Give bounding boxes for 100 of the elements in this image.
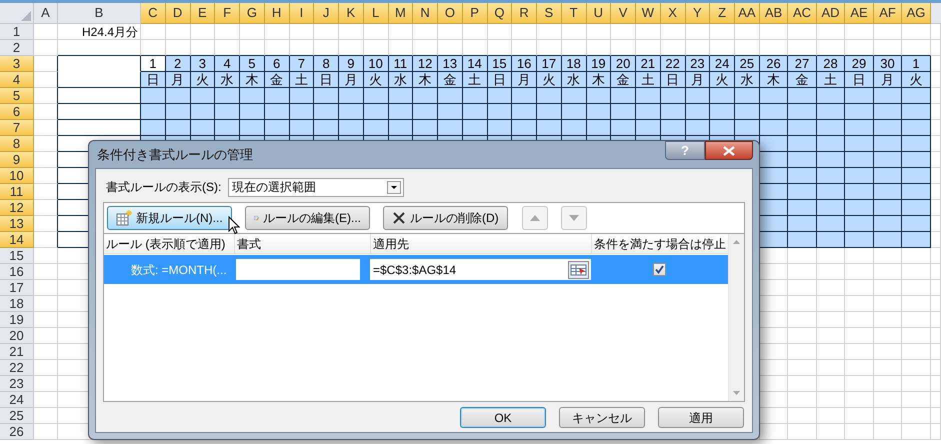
edit-rule-button[interactable]: ルールの編集(E)...: [245, 206, 370, 230]
row-header[interactable]: 8: [0, 136, 34, 152]
grid-cell: [760, 152, 788, 168]
row-header[interactable]: 12: [0, 200, 34, 216]
column-header[interactable]: AE: [845, 3, 874, 24]
row-header[interactable]: 10: [0, 168, 34, 184]
column-header[interactable]: S: [537, 3, 562, 24]
column-header[interactable]: E: [190, 3, 216, 24]
row-header[interactable]: 23: [0, 376, 34, 392]
weekday-cell: 日: [488, 72, 512, 88]
grid-cell: [735, 40, 760, 56]
grid-cell: [874, 312, 902, 328]
column-header[interactable]: L: [364, 3, 388, 24]
row-header[interactable]: 25: [0, 408, 34, 424]
column-header[interactable]: Z: [710, 3, 735, 24]
dialog-button[interactable]: 適用: [658, 407, 744, 428]
row-header[interactable]: 22: [0, 360, 34, 376]
row-header[interactable]: 11: [0, 184, 34, 200]
column-header[interactable]: X: [660, 3, 686, 24]
dialog-button[interactable]: OK: [460, 407, 546, 428]
row-header[interactable]: 4: [0, 72, 34, 88]
range-select-icon[interactable]: [568, 260, 589, 278]
column-header[interactable]: N: [413, 3, 438, 24]
weekday-cell: 土: [636, 72, 661, 88]
row-header[interactable]: 19: [0, 312, 34, 328]
column-header[interactable]: D: [166, 3, 190, 24]
row-header[interactable]: 5: [0, 88, 34, 104]
grid-cell: [816, 424, 846, 440]
grid-cell: [930, 72, 941, 88]
grid-cell: [166, 40, 190, 56]
day-number-cell: 21: [636, 56, 661, 72]
day-number-cell: 27: [788, 56, 817, 72]
applies-to-field[interactable]: =$C$3:$AG$14: [370, 259, 591, 280]
grid-cell: [902, 104, 931, 120]
row-header[interactable]: 1: [0, 24, 34, 40]
column-header[interactable]: M: [388, 3, 414, 24]
column-heading[interactable]: 書式: [234, 234, 370, 253]
select-all-icon[interactable]: [21, 11, 31, 21]
column-header[interactable]: G: [240, 3, 265, 24]
column-header[interactable]: B: [58, 3, 141, 24]
column-header[interactable]: P: [462, 3, 488, 24]
row-header[interactable]: 3: [0, 56, 34, 72]
row-header[interactable]: 15: [0, 248, 34, 264]
column-header[interactable]: AG: [902, 3, 931, 24]
grid-cell: [760, 200, 788, 216]
row-header[interactable]: 18: [0, 296, 34, 312]
column-header[interactable]: I: [290, 3, 314, 24]
vertical-scrollbar[interactable]: [728, 234, 744, 401]
column-header[interactable]: Y: [686, 3, 710, 24]
column-heading[interactable]: 適用先: [370, 234, 591, 253]
row-header[interactable]: 16: [0, 264, 34, 280]
rule-row[interactable]: 数式: =MONTH(... =$C$3:$AG$14: [104, 255, 728, 284]
column-header[interactable]: [930, 3, 941, 24]
row-header[interactable]: 13: [0, 216, 34, 232]
row-header[interactable]: 6: [0, 104, 34, 120]
close-button[interactable]: [705, 141, 753, 160]
column-header[interactable]: W: [636, 3, 661, 24]
grid-cell: [413, 40, 438, 56]
column-header[interactable]: J: [314, 3, 339, 24]
weekday-cell: 日: [845, 72, 874, 88]
dialog-button[interactable]: キャンセル: [559, 407, 645, 428]
column-header[interactable]: A: [34, 3, 58, 24]
column-header[interactable]: AF: [874, 3, 902, 24]
row-header[interactable]: 21: [0, 344, 34, 360]
scroll-down-icon[interactable]: [733, 391, 740, 395]
column-header[interactable]: Q: [488, 3, 512, 24]
weekday-cell: 火: [190, 72, 216, 88]
column-header[interactable]: AA: [735, 3, 760, 24]
grid-cell: [902, 248, 931, 264]
column-header[interactable]: O: [438, 3, 463, 24]
column-header[interactable]: U: [586, 3, 612, 24]
row-header[interactable]: 9: [0, 152, 34, 168]
column-header[interactable]: F: [215, 3, 240, 24]
column-header[interactable]: H: [264, 3, 290, 24]
scroll-up-icon[interactable]: [733, 240, 740, 244]
column-heading[interactable]: ルール (表示順で適用): [104, 234, 234, 253]
row-header[interactable]: 14: [0, 232, 34, 248]
column-header[interactable]: AB: [760, 3, 788, 24]
column-header[interactable]: AD: [816, 3, 846, 24]
row-header[interactable]: 7: [0, 120, 34, 136]
column-header[interactable]: T: [562, 3, 586, 24]
row-header[interactable]: 24: [0, 392, 34, 408]
grid-cell: [930, 40, 941, 56]
grid-cell: [314, 24, 339, 40]
row-header[interactable]: 26: [0, 424, 34, 440]
stop-checkbox[interactable]: [653, 263, 666, 276]
new-rule-button[interactable]: 新規ルール(N)...: [107, 206, 232, 230]
row-header[interactable]: 17: [0, 280, 34, 296]
column-header[interactable]: V: [611, 3, 636, 24]
row-header[interactable]: 20: [0, 328, 34, 344]
grid-cell: [636, 40, 661, 56]
column-header[interactable]: R: [512, 3, 537, 24]
range-dropdown[interactable]: 現在の選択範囲: [228, 178, 404, 196]
grid-cell: [141, 24, 166, 40]
delete-rule-button[interactable]: ルールの削除(D): [383, 206, 508, 230]
column-header[interactable]: K: [339, 3, 364, 24]
column-header[interactable]: C: [141, 3, 166, 24]
grid-cell: [760, 280, 788, 296]
row-header[interactable]: 2: [0, 40, 34, 56]
column-header[interactable]: AC: [788, 3, 817, 24]
